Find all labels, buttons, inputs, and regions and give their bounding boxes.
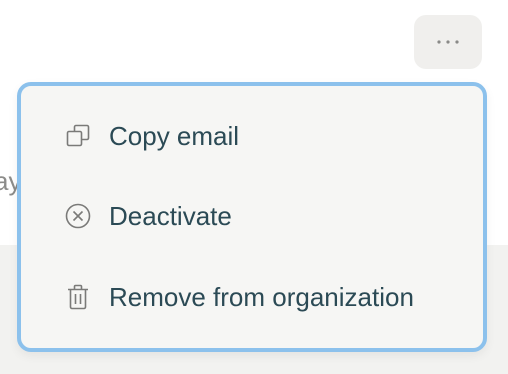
more-options-button[interactable] [414,15,482,69]
menu-item-remove-from-organization[interactable]: Remove from organization [21,262,483,332]
more-horizontal-icon [436,39,460,45]
copy-icon [63,121,93,151]
menu-item-label: Deactivate [109,201,232,231]
circle-x-icon [63,201,93,231]
menu-item-deactivate[interactable]: Deactivate [21,181,483,251]
menu-item-label: Remove from organization [109,282,414,312]
user-actions-menu: Copy email Deactivate Remove from organi… [17,82,487,352]
page: ay Copy email Deactivate Remove from org… [0,0,508,374]
trash-icon [63,282,93,312]
menu-item-copy-email[interactable]: Copy email [21,101,483,171]
menu-item-label: Copy email [109,121,240,151]
